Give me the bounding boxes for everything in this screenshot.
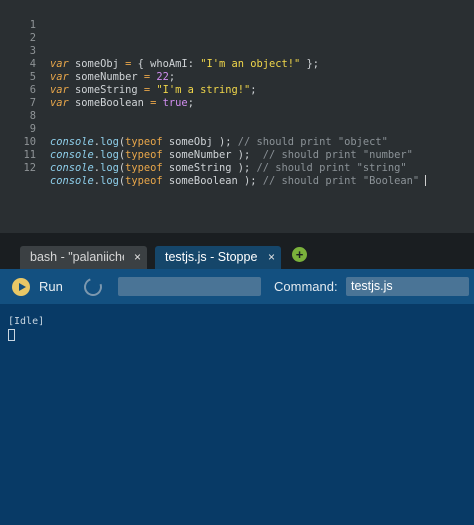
editor-line[interactable]: 7: [0, 84, 474, 109]
keyword-token: typeof: [125, 175, 163, 187]
line-number: 12: [23, 162, 36, 174]
tab-bash-terminal[interactable]: bash - "palaniiche ×: [20, 246, 147, 269]
close-icon[interactable]: ×: [134, 246, 141, 269]
punctuation-token: );: [237, 162, 251, 174]
tab-testjs-runner[interactable]: testjs.js - Stoppe ×: [155, 246, 281, 269]
run-label: Run: [39, 279, 63, 294]
code-editor[interactable]: 1 2 3 var someObj = { whoAmI: "I'm an ob…: [0, 0, 474, 233]
tab-label: testjs.js - Stoppe: [165, 250, 258, 264]
editor-line[interactable]: 11 console.log(typeof someString ); // s…: [0, 136, 474, 174]
command-label: Command:: [274, 279, 338, 294]
panel-tab-bar: bash - "palaniiche × testjs.js - Stoppe …: [0, 233, 474, 269]
comment-token: // should print "Boolean": [256, 175, 420, 187]
editor-line[interactable]: 5 var someString = "I'm a string!";: [0, 58, 474, 96]
editor-line[interactable]: 9 console.log(typeof someObj ); // shoul…: [0, 110, 474, 148]
terminal-cursor: [8, 329, 15, 341]
keyword-token: typeof: [125, 162, 163, 174]
identifier-token: someString: [162, 162, 238, 174]
restart-icon[interactable]: [81, 275, 105, 299]
editor-line[interactable]: 12 console.log(typeof someBoolean ); // …: [0, 149, 474, 187]
function-token: log: [100, 162, 119, 174]
editor-line[interactable]: 4 var someNumber = 22;: [0, 45, 474, 83]
text-cursor: [425, 175, 427, 186]
command-input[interactable]: testjs.js: [346, 277, 469, 296]
function-token: log: [100, 175, 119, 187]
code-text: console.log(typeof someBoolean ); // sho…: [50, 175, 427, 188]
punctuation-token: );: [243, 175, 257, 187]
builtin-token: console: [50, 162, 94, 174]
close-icon[interactable]: ×: [268, 246, 275, 269]
code-text: console.log(typeof someString ); // shou…: [50, 162, 407, 175]
editor-line[interactable]: 2: [0, 19, 474, 44]
builtin-token: console: [50, 175, 94, 187]
editor-line[interactable]: 3 var someObj = { whoAmI: "I'm an object…: [0, 32, 474, 70]
play-circle-icon: [12, 278, 30, 296]
editor-line[interactable]: 8: [0, 97, 474, 122]
run-arguments-input[interactable]: [118, 277, 261, 296]
editor-line[interactable]: 1: [0, 6, 474, 31]
plus-circle-icon[interactable]: +: [292, 247, 307, 262]
run-toolbar: Run Command: testjs.js: [0, 269, 474, 304]
console-status: [Idle]: [8, 316, 45, 327]
output-console[interactable]: [Idle]: [0, 304, 474, 525]
comment-token: // should print "string": [250, 162, 407, 174]
editor-line[interactable]: 6 var someBoolean = true;: [0, 71, 474, 109]
editor-line[interactable]: 10 console.log(typeof someNumber ); // s…: [0, 123, 474, 161]
tab-label: bash - "palaniiche: [30, 250, 124, 264]
identifier-token: someBoolean: [162, 175, 244, 187]
